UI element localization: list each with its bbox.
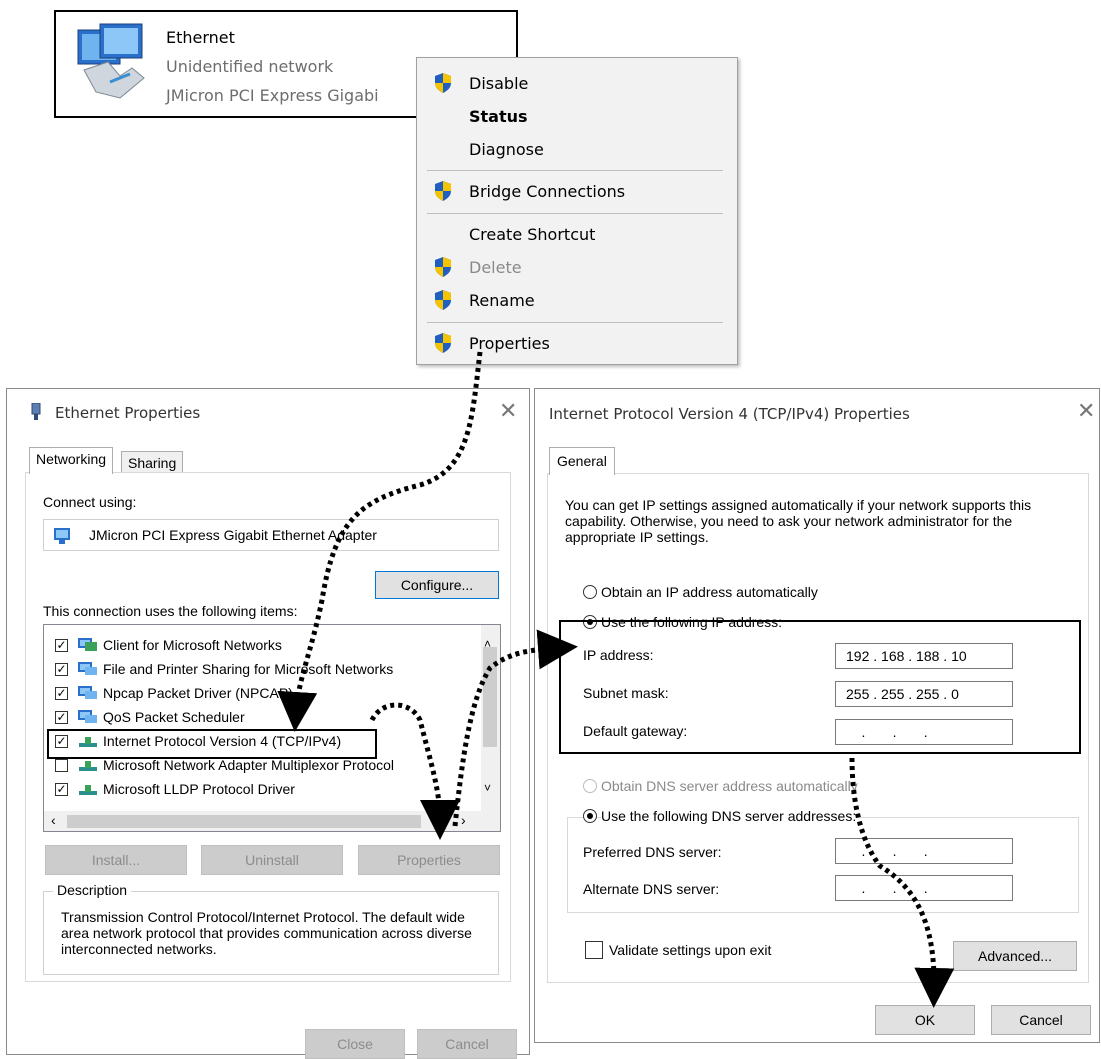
- tab-networking[interactable]: Networking: [29, 447, 114, 474]
- arrow-tcpip-to-properties: [369, 702, 460, 840]
- tab-general[interactable]: General: [549, 447, 615, 475]
- arrow-ipv4-to-ok: [849, 757, 955, 1008]
- annotation-arrows: [277, 351, 955, 1008]
- arrow-properties-to-ipv4: [452, 629, 578, 827]
- arrow-properties-to-tcpip: [277, 351, 483, 732]
